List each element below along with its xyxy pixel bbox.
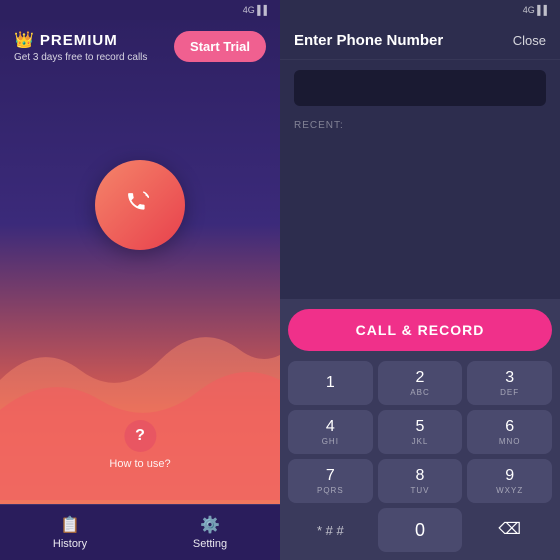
question-button[interactable]: ?: [124, 420, 156, 452]
dialpad-container: CALL & RECORD 1 2 ABC 3 DEF 4 GHI 5 JKL 6 MNO 7 PQRS…: [280, 299, 560, 560]
dial-key-main-1: 2: [416, 370, 425, 386]
dialpad-grid: 1 2 ABC 3 DEF 4 GHI 5 JKL 6 MNO 7 PQRS 8 TUV 9 WXYZ * # #…: [288, 361, 552, 552]
dial-key-main-2: 3: [505, 370, 514, 386]
wave-decoration: [0, 300, 280, 500]
premium-title-row: 👑 PREMIUM: [14, 30, 147, 50]
dial-key-⌫[interactable]: ⌫: [467, 508, 552, 552]
premium-subtitle: Get 3 days free to record calls: [14, 52, 147, 63]
dial-key-7[interactable]: 7 PQRS: [288, 459, 373, 503]
enter-phone-title: Enter Phone Number: [294, 32, 443, 49]
right-panel: 4G ▌▌ Enter Phone Number Close RECENT: C…: [280, 0, 560, 560]
dial-key-sub-8: WXYZ: [496, 486, 523, 495]
dial-key-main-6: 7: [326, 468, 335, 484]
phone-call-icon[interactable]: [95, 160, 185, 250]
left-panel: 4G ▌▌ 👑 PREMIUM Get 3 days free to recor…: [0, 0, 280, 560]
dial-key-sub-1: ABC: [410, 388, 429, 397]
crown-icon: 👑: [14, 30, 34, 50]
dial-key-8[interactable]: 8 TUV: [378, 459, 463, 503]
dial-key-sub-3: GHI: [322, 437, 339, 446]
phone-number-input[interactable]: [294, 70, 546, 106]
dial-key-sub-4: JKL: [412, 437, 429, 446]
right-header: Enter Phone Number Close: [280, 20, 560, 60]
dial-key-2[interactable]: 2 ABC: [378, 361, 463, 405]
dial-key-sub-2: DEF: [500, 388, 519, 397]
recent-label: RECENT:: [280, 116, 560, 135]
dial-key-main-3: 4: [326, 419, 335, 435]
dial-key-9[interactable]: 9 WXYZ: [467, 459, 552, 503]
dial-key-main-10: 0: [415, 521, 425, 539]
left-status-text: 4G ▌▌: [243, 5, 270, 15]
left-bottom-nav: 📋 History ⚙️ Setting: [0, 504, 280, 560]
call-record-button[interactable]: CALL & RECORD: [288, 309, 552, 351]
right-status-text: 4G ▌▌: [523, 5, 550, 15]
nav-item-history[interactable]: 📋 History: [53, 515, 87, 550]
dial-key-main-0: 1: [326, 375, 335, 391]
dial-key-3[interactable]: 3 DEF: [467, 361, 552, 405]
dial-key-main-11: ⌫: [498, 522, 521, 538]
phone-svg: [118, 183, 162, 227]
history-label: History: [53, 538, 87, 550]
dial-key-4[interactable]: 4 GHI: [288, 410, 373, 454]
dial-key-sub-6: PQRS: [317, 486, 344, 495]
left-status-bar: 4G ▌▌: [0, 0, 280, 20]
dial-key-main-4: 5: [416, 419, 425, 435]
close-button[interactable]: Close: [513, 33, 546, 48]
left-header: 👑 PREMIUM Get 3 days free to record call…: [0, 20, 280, 71]
nav-item-setting[interactable]: ⚙️ Setting: [193, 515, 227, 550]
premium-label: PREMIUM: [40, 32, 118, 49]
wave-svg: [0, 300, 280, 500]
dial-key-main-8: 9: [505, 468, 514, 484]
dial-key-main-9: * # #: [317, 524, 344, 537]
setting-label: Setting: [193, 538, 227, 550]
dial-key-main-7: 8: [416, 468, 425, 484]
how-to-label: How to use?: [109, 458, 170, 470]
dial-key-6[interactable]: 6 MNO: [467, 410, 552, 454]
setting-icon: ⚙️: [200, 515, 220, 535]
how-to-use-section[interactable]: ? How to use?: [109, 420, 170, 470]
dial-key-sub-7: TUV: [410, 486, 429, 495]
dial-key-0[interactable]: 0: [378, 508, 463, 552]
dial-key-*##[interactable]: * # #: [288, 508, 373, 552]
dial-key-main-5: 6: [505, 419, 514, 435]
start-trial-button[interactable]: Start Trial: [174, 31, 266, 62]
dial-key-1[interactable]: 1: [288, 361, 373, 405]
dial-key-5[interactable]: 5 JKL: [378, 410, 463, 454]
premium-info: 👑 PREMIUM Get 3 days free to record call…: [14, 30, 147, 63]
recent-area: [280, 135, 560, 299]
right-status-bar: 4G ▌▌: [280, 0, 560, 20]
dial-key-sub-5: MNO: [499, 437, 521, 446]
history-icon: 📋: [60, 515, 80, 535]
